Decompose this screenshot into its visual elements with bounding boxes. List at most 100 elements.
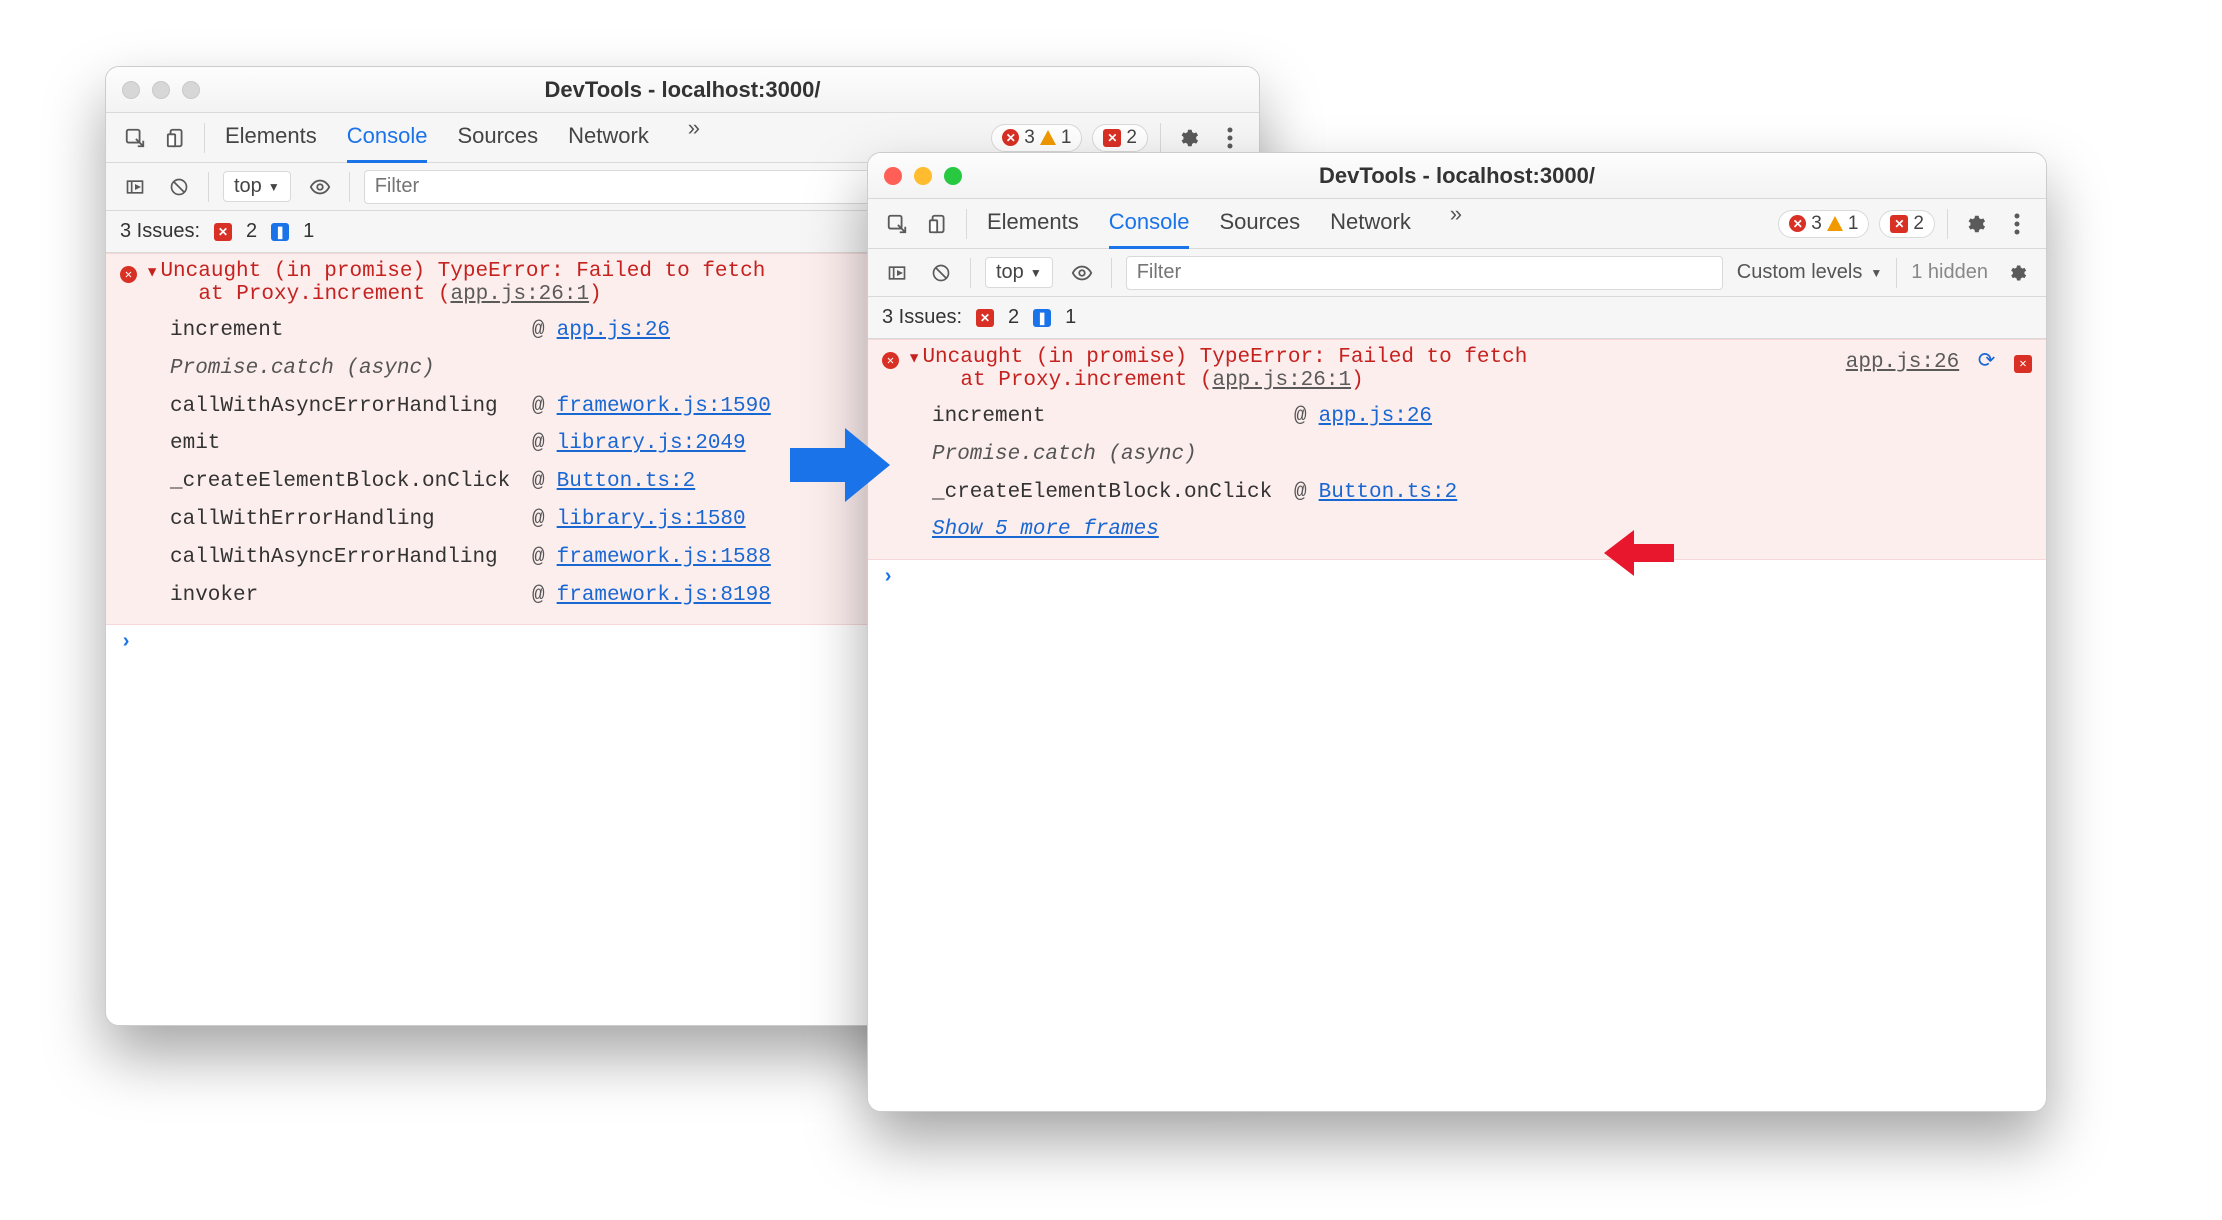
tab-elements[interactable]: Elements bbox=[225, 113, 317, 163]
issue-error-count: 2 bbox=[1008, 306, 1019, 329]
prompt-icon: › bbox=[882, 566, 894, 589]
blocked-icon: ✕ bbox=[1103, 129, 1121, 147]
warning-count: 1 bbox=[1061, 127, 1072, 149]
issue-error-icon: ✕ bbox=[214, 223, 232, 241]
issues-label: 3 Issues: bbox=[120, 220, 200, 243]
chevron-down-icon: ▼ bbox=[1870, 266, 1882, 280]
separator bbox=[208, 172, 209, 202]
error-message-line2-post: ) bbox=[589, 283, 602, 306]
more-tabs-icon[interactable]: » bbox=[1441, 199, 1471, 229]
devtools-window-after: DevTools - localhost:3000/ Elements Cons… bbox=[867, 152, 2047, 1112]
separator bbox=[1111, 258, 1112, 288]
tab-sources[interactable]: Sources bbox=[1219, 199, 1300, 249]
tab-elements[interactable]: Elements bbox=[987, 199, 1079, 249]
errors-warnings-badge[interactable]: ✕3 1 bbox=[1778, 210, 1869, 238]
levels-label: Custom levels bbox=[1737, 261, 1863, 284]
errors-warnings-badge[interactable]: ✕3 1 bbox=[991, 124, 1082, 152]
prompt-icon: › bbox=[120, 631, 132, 654]
kebab-menu-icon[interactable] bbox=[2002, 209, 2032, 239]
live-expression-icon[interactable] bbox=[305, 172, 335, 202]
error-message-line2-post: ) bbox=[1351, 369, 1364, 392]
badge-group: ✕3 1 ✕2 bbox=[991, 124, 1148, 152]
titlebar: DevTools - localhost:3000/ bbox=[106, 67, 1259, 113]
error-source-link[interactable]: app.js:26:1 bbox=[450, 283, 589, 306]
live-expression-icon[interactable] bbox=[1067, 258, 1097, 288]
more-tabs-icon[interactable]: » bbox=[679, 113, 709, 143]
device-icon[interactable] bbox=[924, 209, 954, 239]
issues-bar[interactable]: 3 Issues: ✕2 ❚1 bbox=[868, 297, 2046, 339]
error-message-line2-pre: at Proxy.increment ( bbox=[960, 369, 1212, 392]
toggle-sidebar-icon[interactable] bbox=[882, 258, 912, 288]
kebab-menu-icon[interactable] bbox=[1215, 123, 1245, 153]
stack-frame[interactable]: increment@app.js:26 bbox=[932, 398, 1804, 436]
stack-source-link[interactable]: Button.ts:2 bbox=[1319, 474, 1458, 512]
tab-console[interactable]: Console bbox=[1109, 199, 1190, 249]
panel-tabs: Elements Console Sources Network » bbox=[979, 199, 1479, 249]
separator bbox=[349, 172, 350, 202]
separator bbox=[204, 123, 205, 153]
annotation-arrow-red bbox=[1604, 528, 1674, 578]
window-title: DevTools - localhost:3000/ bbox=[868, 163, 2046, 189]
console-prompt[interactable]: › bbox=[868, 560, 2046, 595]
tab-network[interactable]: Network bbox=[1330, 199, 1411, 249]
tab-sources[interactable]: Sources bbox=[457, 113, 538, 163]
inspect-icon[interactable] bbox=[882, 209, 912, 239]
annotation-arrow-blue bbox=[790, 420, 890, 510]
separator bbox=[1947, 209, 1948, 239]
filter-input[interactable] bbox=[1126, 256, 1723, 290]
show-more-frames-link[interactable]: Show 5 more frames bbox=[932, 518, 1159, 541]
stack-source-link[interactable]: library.js:1580 bbox=[557, 501, 746, 539]
expand-icon[interactable]: ▶ bbox=[906, 354, 923, 362]
console-filterbar: top ▼ Custom levels ▼ 1 hidden bbox=[868, 249, 2046, 297]
blocked-badge[interactable]: ✕2 bbox=[1092, 124, 1148, 152]
settings-gear-icon[interactable] bbox=[2002, 258, 2032, 288]
error-icon: ✕ bbox=[1002, 129, 1019, 146]
stack-source-link[interactable]: app.js:26 bbox=[1319, 398, 1432, 436]
blocked-count: 2 bbox=[1913, 213, 1924, 235]
stack-source-link[interactable]: Button.ts:2 bbox=[557, 463, 696, 501]
stack-source-link[interactable]: framework.js:1588 bbox=[557, 539, 771, 577]
tabstrip: Elements Console Sources Network » ✕3 1 … bbox=[868, 199, 2046, 249]
stack-source-link[interactable]: framework.js:1590 bbox=[557, 388, 771, 426]
context-select[interactable]: top ▼ bbox=[223, 171, 291, 202]
stack-frame: Promise.catch (async) bbox=[932, 436, 1804, 474]
stack-frame[interactable]: _createElementBlock.onClick@Button.ts:2 bbox=[932, 474, 1804, 512]
warning-icon bbox=[1827, 216, 1843, 231]
settings-gear-icon[interactable] bbox=[1960, 209, 1990, 239]
stack-source-link[interactable]: library.js:2049 bbox=[557, 425, 746, 463]
error-source-link[interactable]: app.js:26:1 bbox=[1212, 369, 1351, 392]
context-select[interactable]: top ▼ bbox=[985, 257, 1053, 288]
toggle-sidebar-icon[interactable] bbox=[120, 172, 150, 202]
settings-gear-icon[interactable] bbox=[1173, 123, 1203, 153]
clear-console-icon[interactable] bbox=[926, 258, 956, 288]
inspect-icon[interactable] bbox=[120, 123, 150, 153]
clear-console-icon[interactable] bbox=[164, 172, 194, 202]
error-icon: ✕ bbox=[882, 352, 899, 369]
issue-info-icon: ❚ bbox=[1033, 309, 1051, 327]
stack-source-link[interactable]: app.js:26 bbox=[557, 312, 670, 350]
console-body: ✕ ▶Uncaught (in promise) TypeError: Fail… bbox=[868, 339, 2046, 1111]
tab-network[interactable]: Network bbox=[568, 113, 649, 163]
context-label: top bbox=[996, 261, 1024, 284]
window-title: DevTools - localhost:3000/ bbox=[106, 77, 1259, 103]
source-location-link[interactable]: app.js:26 bbox=[1846, 351, 1959, 374]
separator bbox=[970, 258, 971, 288]
context-label: top bbox=[234, 175, 262, 198]
panel-tabs: Elements Console Sources Network » bbox=[217, 113, 717, 163]
error-icon: ✕ bbox=[120, 266, 137, 283]
tab-console[interactable]: Console bbox=[347, 113, 428, 163]
warning-icon bbox=[1040, 130, 1056, 145]
blocked-badge[interactable]: ✕2 bbox=[1879, 210, 1935, 238]
hidden-count[interactable]: 1 hidden bbox=[1911, 261, 1988, 284]
restart-icon[interactable]: ⟳ bbox=[1978, 351, 1996, 374]
stack-source-link[interactable]: framework.js:8198 bbox=[557, 577, 771, 615]
error-message-line1: Uncaught (in promise) TypeError: Failed … bbox=[922, 346, 1527, 369]
issue-info-count: 1 bbox=[1065, 306, 1076, 329]
error-icon: ✕ bbox=[1789, 215, 1806, 232]
device-icon[interactable] bbox=[162, 123, 192, 153]
issues-label: 3 Issues: bbox=[882, 306, 962, 329]
dismiss-icon[interactable]: ✕ bbox=[2014, 355, 2032, 373]
console-error-entry[interactable]: ✕ ▶Uncaught (in promise) TypeError: Fail… bbox=[868, 339, 2046, 560]
log-levels-select[interactable]: Custom levels ▼ bbox=[1737, 261, 1883, 284]
expand-icon[interactable]: ▶ bbox=[144, 268, 161, 276]
